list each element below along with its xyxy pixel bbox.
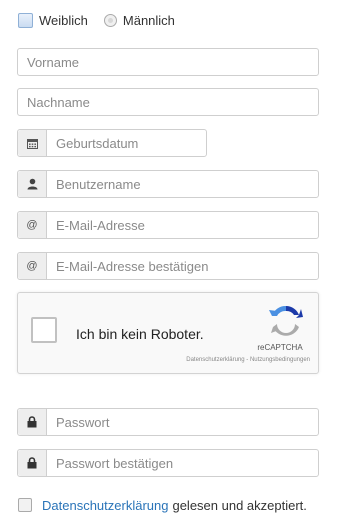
privacy-agreement-text: gelesen und akzeptiert. <box>172 497 307 513</box>
lastname-field <box>17 88 319 116</box>
email-field: @ <box>17 211 319 239</box>
calendar-icon <box>18 130 47 156</box>
recaptcha-brand: reCAPTCHA <box>257 343 303 352</box>
email-confirm-field: @ <box>17 252 319 280</box>
recaptcha-logo-icon <box>269 305 303 336</box>
recaptcha-checkbox[interactable] <box>31 317 57 343</box>
female-label[interactable]: Weiblich <box>39 13 88 28</box>
password-confirm-input[interactable] <box>47 450 318 476</box>
lock-icon <box>18 450 47 476</box>
lock-icon <box>18 409 47 435</box>
at-icon: @ <box>18 212 47 238</box>
lastname-input[interactable] <box>18 89 318 115</box>
male-radio[interactable] <box>103 13 117 27</box>
email-confirm-input[interactable] <box>47 253 318 279</box>
firstname-input[interactable] <box>18 49 318 75</box>
firstname-field <box>17 48 319 76</box>
female-checkbox[interactable] <box>18 12 33 28</box>
user-icon <box>18 171 47 197</box>
privacy-agreement: Datenschutzerklärung gelesen und akzepti… <box>18 496 307 514</box>
at-icon: @ <box>18 253 47 279</box>
password-input[interactable] <box>47 409 318 435</box>
privacy-policy-link[interactable]: Datenschutzerklärung <box>42 498 168 513</box>
recaptcha-widget: Ich bin kein Roboter. reCAPTCHA Datensch… <box>17 292 319 374</box>
birthdate-input[interactable] <box>47 130 206 156</box>
email-input[interactable] <box>47 212 318 238</box>
username-field <box>17 170 319 198</box>
recaptcha-label: Ich bin kein Roboter. <box>76 326 204 342</box>
birthdate-field <box>17 129 207 157</box>
gender-selection: Weiblich Männlich <box>18 11 175 29</box>
recaptcha-privacy-links[interactable]: Datenschutzerklärung - Nutzungsbedingung… <box>186 357 310 363</box>
username-input[interactable] <box>47 171 318 197</box>
male-label[interactable]: Männlich <box>123 13 175 28</box>
password-confirm-field <box>17 449 319 477</box>
password-field <box>17 408 319 436</box>
